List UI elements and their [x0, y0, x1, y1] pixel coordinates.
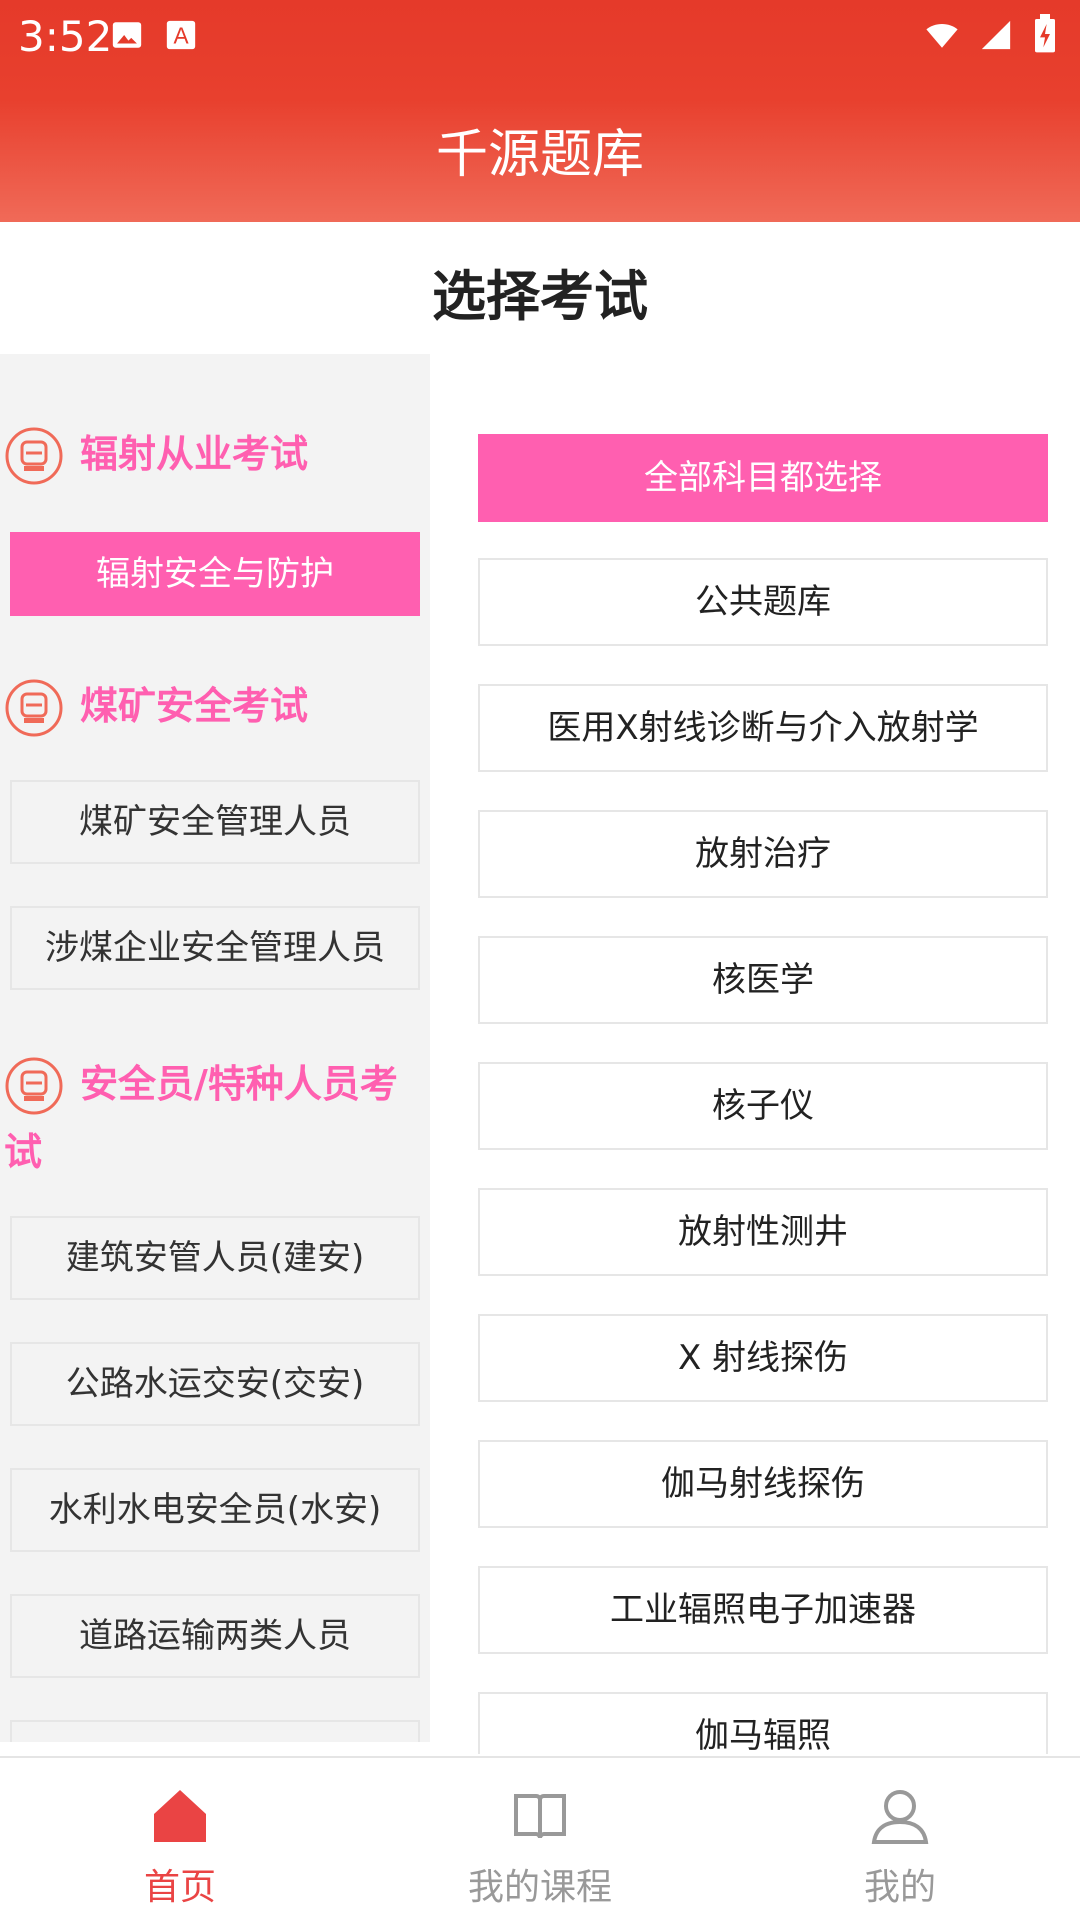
subject-item[interactable]: 工业辐照电子加速器 — [478, 1566, 1048, 1654]
nav-profile[interactable]: 我的 — [720, 1758, 1080, 1922]
app-title: 千源题库 — [435, 125, 644, 185]
page-title-bar: 选择考试 — [0, 222, 1080, 354]
exam-badge-icon — [5, 679, 63, 737]
nav-label: 首页 — [143, 1867, 216, 1908]
category-label: 安全员/特种人员考试 — [4, 1062, 398, 1174]
category-item-partial — [10, 1720, 420, 1742]
nav-label: 我的课程 — [467, 1867, 612, 1908]
category-item-construction[interactable]: 建筑安管人员(建安) — [10, 1216, 420, 1300]
category-label: 煤矿安全考试 — [80, 684, 309, 728]
category-item-highway[interactable]: 公路水运交安(交安) — [10, 1342, 420, 1426]
category-item-radiation-safety[interactable]: 辐射安全与防护 — [10, 532, 420, 616]
subject-item[interactable]: 公共题库 — [478, 558, 1048, 646]
subject-item[interactable]: 伽马射线探伤 — [478, 1440, 1048, 1528]
signal-icon — [981, 20, 1011, 50]
nav-home[interactable]: 首页 — [0, 1758, 360, 1922]
category-item-water[interactable]: 水利水电安全员(水安) — [10, 1468, 420, 1552]
category-coal[interactable]: 煤矿安全考试 — [4, 672, 424, 740]
category-label: 辐射从业考试 — [80, 432, 309, 476]
category-item-coal-mgmt[interactable]: 煤矿安全管理人员 — [10, 780, 420, 864]
nav-courses[interactable]: 我的课程 — [360, 1758, 720, 1922]
subject-item[interactable]: 医用X射线诊断与介入放射学 — [478, 684, 1048, 772]
subject-item[interactable]: 放射治疗 — [478, 810, 1048, 898]
wifi-icon — [926, 24, 958, 48]
category-radiation[interactable]: 辐射从业考试 — [4, 420, 424, 488]
status-time: 3:52 — [18, 12, 113, 61]
status-bar: 3:52 A — [0, 0, 1080, 80]
page-title: 选择考试 — [432, 265, 648, 328]
svg-text:A: A — [173, 23, 189, 49]
category-safety-staff[interactable]: 安全员/特种人员考试 — [4, 1050, 424, 1186]
subject-panel: 全部科目都选择 公共题库 医用X射线诊断与介入放射学 放射治疗 核医学 核子仪 … — [430, 354, 1080, 1754]
category-item-coal-enterprise[interactable]: 涉煤企业安全管理人员 — [10, 906, 420, 990]
font-icon: A — [166, 20, 196, 50]
select-all-button[interactable]: 全部科目都选择 — [478, 434, 1048, 522]
battery-icon — [1035, 14, 1055, 53]
nav-label: 我的 — [863, 1867, 936, 1908]
subject-item[interactable]: 放射性测井 — [478, 1188, 1048, 1276]
app-header: 3:52 A 千源题库 — [0, 0, 1080, 222]
exam-badge-icon — [5, 427, 63, 485]
subject-item[interactable]: 核子仪 — [478, 1062, 1048, 1150]
exam-badge-icon — [5, 1057, 63, 1115]
category-panel: 辐射从业考试 辐射安全与防护 煤矿安全考试 煤矿安全管理人员 涉煤企业安全管理人… — [0, 354, 430, 1742]
category-item-road-transport[interactable]: 道路运输两类人员 — [10, 1594, 420, 1678]
subject-item[interactable]: 伽马辐照 — [478, 1692, 1048, 1754]
user-icon — [871, 1790, 929, 1844]
subject-item[interactable]: 核医学 — [478, 936, 1048, 1024]
subject-item[interactable]: X 射线探伤 — [478, 1314, 1048, 1402]
bottom-nav: 首页 我的课程 我的 — [0, 1756, 1080, 1922]
book-icon — [514, 1794, 566, 1839]
image-icon — [112, 22, 142, 48]
home-icon — [154, 1790, 206, 1842]
